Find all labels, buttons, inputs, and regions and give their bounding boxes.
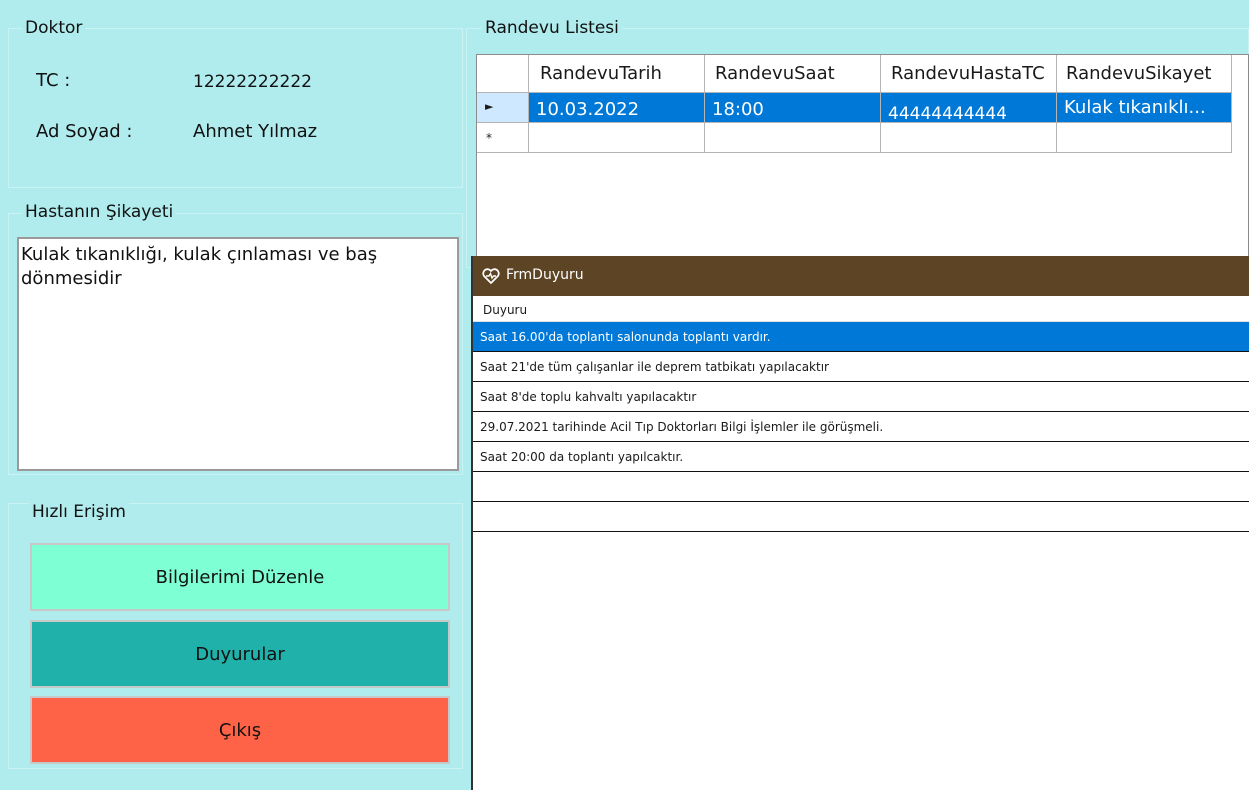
column-header-patient-tc[interactable]: RandevuHastaTC (881, 55, 1057, 93)
edit-profile-button[interactable]: Bilgilerimi Düzenle (30, 543, 450, 611)
name-value: Ahmet Yılmaz (193, 121, 318, 142)
list-item[interactable] (473, 472, 1249, 502)
complaint-textarea[interactable]: Kulak tıkanıklığı, kulak çınlaması ve ba… (17, 237, 459, 471)
table-cell[interactable]: 18:00 (705, 93, 881, 123)
column-header-time[interactable]: RandevuSaat (705, 55, 881, 93)
list-item[interactable]: 29.07.2021 tarihinde Acil Tıp Doktorları… (473, 412, 1249, 442)
row-header-new[interactable]: * (477, 123, 529, 153)
table-cell[interactable] (529, 123, 705, 153)
current-row-arrow-icon: ► (485, 100, 494, 113)
quick-access-title: Hızlı Erişim (29, 502, 129, 522)
name-label: Ad Soyad : (36, 121, 133, 142)
list-item[interactable]: Saat 21'de tüm çalışanlar ile deprem tat… (473, 352, 1249, 382)
announcement-window-titlebar[interactable]: FrmDuyuru (473, 256, 1249, 296)
list-item[interactable]: Saat 8'de toplu kahvaltı yapılacaktır (473, 382, 1249, 412)
table-cell[interactable]: 10.03.2022 (529, 93, 705, 123)
exit-button[interactable]: Çıkış (30, 696, 450, 764)
announcements-button[interactable]: Duyurular (30, 620, 450, 688)
table-cell[interactable] (705, 123, 881, 153)
complaint-group-title: Hastanın Şikayeti (22, 202, 177, 222)
row-header-selected[interactable]: ► (477, 93, 529, 123)
app-heart-icon (481, 266, 501, 286)
table-cell[interactable]: Kulak tıkanıklı... (1057, 93, 1232, 123)
tc-value: 12222222222 (193, 72, 312, 92)
doctor-group (8, 28, 463, 188)
column-header-date[interactable]: RandevuTarih (529, 55, 705, 93)
announcement-window[interactable]: FrmDuyuru Duyuru Saat 16.00'da toplantı … (471, 256, 1249, 790)
column-header-complaint[interactable]: RandevuSikayet (1057, 55, 1232, 93)
list-item[interactable]: Saat 20:00 da toplantı yapılcaktır. (473, 442, 1249, 472)
table-cell[interactable]: 44444444444 (881, 93, 1057, 123)
tc-label: TC : (36, 70, 71, 91)
grid-corner[interactable] (477, 55, 529, 93)
table-cell[interactable] (1057, 123, 1232, 153)
list-item[interactable]: Saat 16.00'da toplantı salonunda toplant… (473, 322, 1249, 352)
appointments-grid[interactable]: RandevuTarih RandevuSaat RandevuHastaTC … (476, 54, 1249, 264)
table-cell[interactable] (881, 123, 1057, 153)
announcement-column-header[interactable]: Duyuru (473, 298, 1249, 322)
appointments-title: Randevu Listesi (482, 18, 622, 38)
list-item[interactable] (473, 502, 1249, 532)
doctor-group-title: Doktor (22, 18, 86, 38)
announcement-window-title: FrmDuyuru (506, 267, 584, 283)
